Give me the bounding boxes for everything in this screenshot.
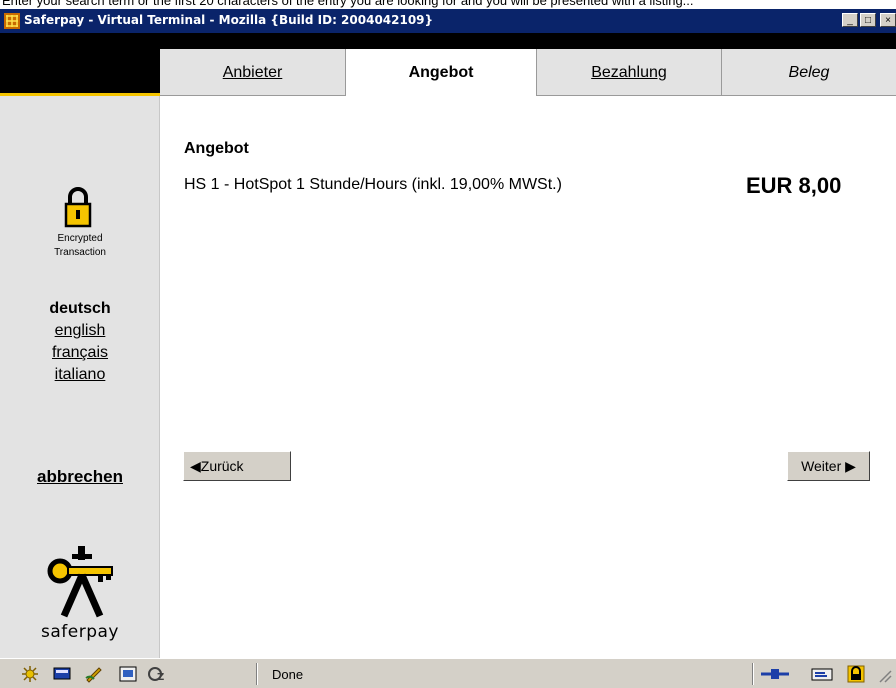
window-titlebar: Saferpay - Virtual Terminal - Mozilla {B…: [0, 9, 896, 33]
status-separator-right: [752, 663, 754, 685]
popup-blocker-icon[interactable]: [810, 665, 836, 683]
tab-bezahlung-link[interactable]: Bezahlung: [591, 64, 667, 81]
saferpay-key-logo: [47, 546, 113, 618]
security-lock-icon[interactable]: [846, 665, 866, 683]
header-left-block: [0, 49, 160, 94]
window-title: Saferpay - Virtual Terminal - Mozilla {B…: [24, 13, 434, 27]
status-bar: Z Done: [0, 658, 896, 688]
status-separator: [256, 663, 258, 685]
tab-anbieter-link[interactable]: Anbieter: [223, 64, 283, 81]
irc-chat-icon[interactable]: Z: [146, 665, 166, 683]
tab-bezahlung[interactable]: Bezahlung: [536, 49, 722, 96]
tab-beleg-label: Beleg: [788, 64, 830, 81]
tab-angebot: Angebot: [346, 49, 536, 96]
back-button[interactable]: ◀Zurück: [183, 451, 291, 481]
resize-grip-icon[interactable]: [872, 665, 892, 683]
caption-line-1: Encrypted: [57, 233, 103, 244]
offer-description: HS 1 - HotSpot 1 Stunde/Hours (inkl. 19,…: [184, 176, 562, 193]
partial-top-text: Enter your search term or the first 20 c…: [0, 0, 896, 9]
address-book-icon[interactable]: [118, 665, 138, 683]
language-deutsch: deutsch: [49, 300, 111, 317]
offer-price: EUR 8,00: [746, 173, 842, 198]
language-italiano[interactable]: italiano: [0, 366, 160, 384]
close-button[interactable]: ×: [880, 13, 896, 27]
mail-icon[interactable]: [52, 665, 72, 683]
caption-line-2: Transaction: [54, 247, 106, 258]
mozilla-app-icon: [4, 13, 20, 29]
language-francais[interactable]: français: [0, 344, 160, 362]
language-english[interactable]: english: [0, 322, 160, 340]
header-band: [0, 33, 896, 49]
maximize-button[interactable]: □: [860, 13, 876, 27]
navigator-icon[interactable]: [20, 665, 40, 683]
tab-beleg: Beleg: [722, 49, 896, 96]
saferpay-brand-text: saferpay: [41, 622, 119, 642]
online-connection-icon[interactable]: [760, 665, 790, 683]
tab-angebot-label: Angebot: [408, 64, 474, 81]
composer-icon[interactable]: [84, 665, 104, 683]
page-heading: Angebot: [184, 140, 249, 157]
svg-text:Z: Z: [157, 672, 164, 683]
status-text: Done: [272, 667, 304, 682]
next-button[interactable]: Weiter ▶: [787, 451, 870, 481]
encrypted-transaction-caption: Encrypted Transaction: [0, 232, 160, 260]
minimize-button[interactable]: _: [842, 13, 858, 27]
lock-icon: [64, 187, 92, 228]
cancel-link[interactable]: abbrechen: [0, 467, 160, 487]
tab-anbieter[interactable]: Anbieter: [160, 49, 346, 96]
